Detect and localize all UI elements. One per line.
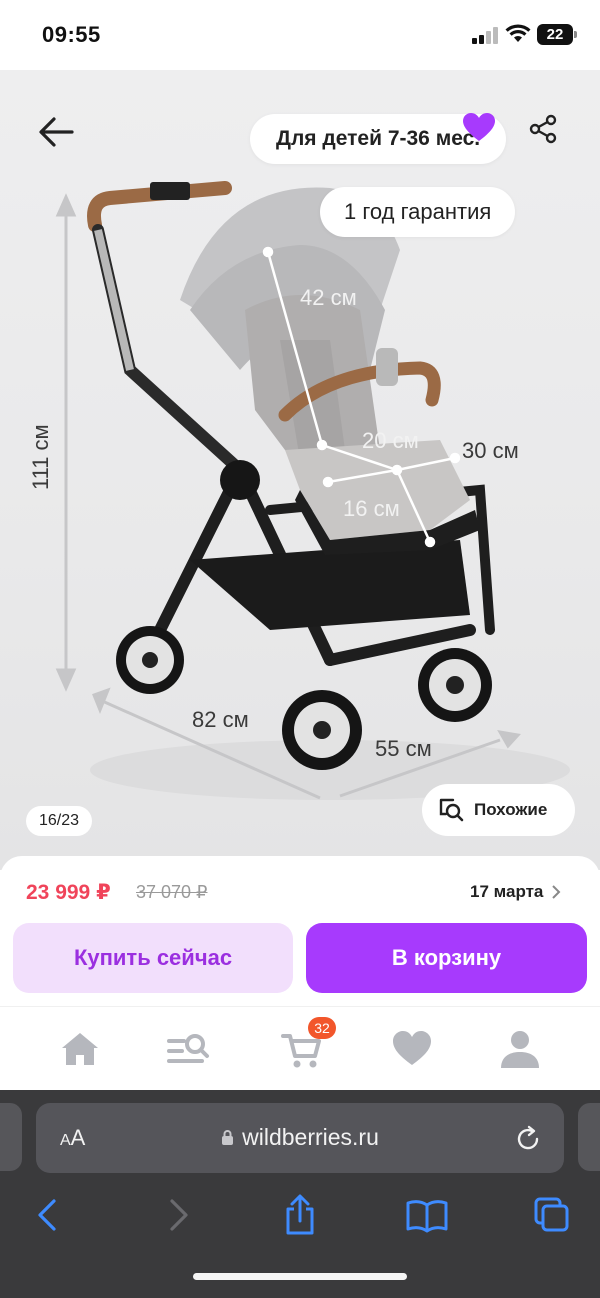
similar-search-icon: [439, 798, 464, 822]
share-icon: [529, 114, 557, 144]
forward-icon: [170, 1199, 188, 1231]
back-arrow-icon: [39, 117, 74, 147]
url-display[interactable]: wildberries.ru: [36, 1124, 564, 1151]
profile-icon: [501, 1031, 539, 1068]
heart-icon[interactable]: [462, 112, 496, 142]
add-to-cart-button[interactable]: В корзину: [306, 923, 587, 993]
dimension-seat-depth: 16 см: [343, 496, 400, 521]
chevron-right-icon: [552, 885, 561, 899]
back-button[interactable]: [34, 110, 80, 156]
browser-bookmarks-button[interactable]: [405, 1193, 448, 1237]
favorites-icon: [393, 1031, 431, 1065]
browser-toolbar: AA wildberries.ru: [0, 1090, 600, 1298]
bottom-tab-bar: 32: [0, 1006, 600, 1090]
cellular-signal-icon: [472, 26, 500, 44]
tab-profile[interactable]: [498, 1027, 542, 1071]
browser-share-button[interactable]: [280, 1193, 320, 1237]
old-price: 37 070 ₽: [136, 882, 208, 902]
share-button[interactable]: [528, 114, 558, 144]
reload-icon[interactable]: [514, 1125, 542, 1153]
browser-back-button[interactable]: [28, 1193, 68, 1237]
status-bar: 09:55 22: [0, 0, 600, 70]
battery-indicator: 22: [537, 24, 577, 45]
purchase-panel: 23 999 ₽ 37 070 ₽ 17 марта Купить сейчас…: [0, 856, 600, 1006]
dimension-back: 42 см: [300, 285, 357, 310]
lock-icon: [222, 1130, 234, 1145]
current-price: 23 999 ₽: [26, 881, 111, 904]
wifi-icon: [505, 24, 531, 42]
delivery-date[interactable]: 17 марта: [470, 882, 561, 902]
home-icon: [62, 1033, 98, 1065]
url-text: wildberries.ru: [242, 1124, 379, 1150]
delivery-date-label: 17 марта: [470, 882, 544, 901]
share-sheet-icon: [286, 1194, 314, 1235]
similar-button[interactable]: Похожие: [422, 784, 575, 836]
image-counter: 16/23: [26, 806, 93, 836]
buy-now-button[interactable]: Купить сейчас: [13, 923, 293, 993]
dimension-width: 55 см: [375, 736, 432, 761]
tabs-icon: [534, 1197, 569, 1232]
tab-favorites[interactable]: [390, 1027, 434, 1071]
home-indicator: [193, 1273, 407, 1280]
dimension-seat-width: 20 см: [362, 428, 419, 453]
cart-count-badge: 32: [308, 1017, 336, 1039]
catalog-search-icon: [167, 1034, 209, 1063]
tab-home[interactable]: [58, 1027, 102, 1071]
previous-tab-preview[interactable]: [0, 1103, 22, 1171]
dimension-height: 111 см: [28, 424, 53, 490]
product-image-gallery[interactable]: 111 см 42 см 20 см 30 см 16 см 82 см 55 …: [0, 70, 600, 870]
bookmarks-icon: [406, 1200, 448, 1233]
back-icon: [38, 1199, 56, 1231]
warranty-badge: 1 год гарантия: [320, 187, 516, 237]
tab-catalog[interactable]: [166, 1027, 210, 1071]
stroller-photo: [55, 181, 570, 800]
dimension-seat-side: 30 см: [462, 438, 519, 463]
browser-tabs-button[interactable]: [532, 1193, 572, 1237]
address-bar[interactable]: AA wildberries.ru: [36, 1103, 564, 1173]
status-time: 09:55: [42, 22, 101, 47]
browser-forward-button[interactable]: [158, 1193, 198, 1237]
similar-label: Похожие: [474, 800, 548, 819]
dimension-length: 82 см: [192, 707, 249, 732]
next-tab-preview[interactable]: [578, 1103, 600, 1171]
